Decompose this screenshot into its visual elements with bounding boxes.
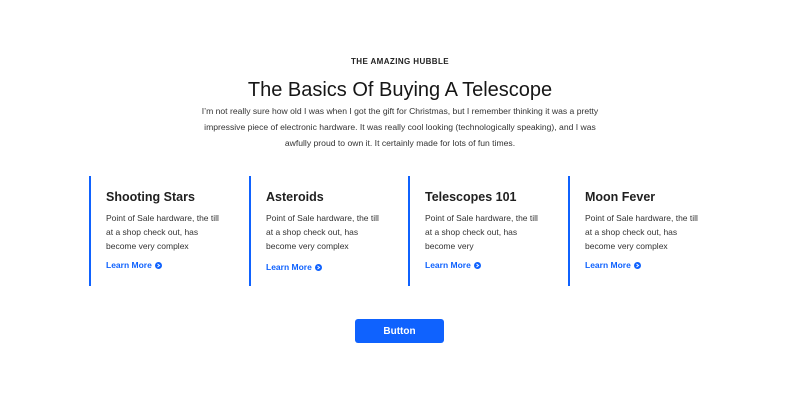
learn-more-label: Learn More [425,260,471,270]
card-description: Point of Sale hardware, the till at a sh… [106,213,219,251]
learn-more-link[interactable]: Learn More [585,260,641,270]
arrow-circle-right-icon [473,261,481,269]
feature-section: THE AMAZING HUBBLE The Basics Of Buying … [0,0,800,413]
arrow-circle-right-icon [314,263,322,271]
feature-card-shooting-stars: Shooting Stars Point of Sale hardware, t… [89,176,239,286]
arrow-circle-right-icon [633,261,641,269]
learn-more-label: Learn More [106,260,152,270]
learn-more-link[interactable]: Learn More [106,260,162,270]
learn-more-link[interactable]: Learn More [266,262,322,272]
primary-button[interactable]: Button [355,319,444,343]
arrow-circle-right-icon [154,261,162,269]
section-title: The Basics Of Buying A Telescope [247,79,553,101]
feature-card-telescopes-101: Telescopes 101 Point of Sale hardware, t… [408,176,558,286]
section-eyebrow: THE AMAZING HUBBLE [350,57,449,66]
learn-more-link[interactable]: Learn More [425,260,481,270]
card-title: Moon Fever [585,190,656,204]
learn-more-label: Learn More [266,262,312,272]
card-description: Point of Sale hardware, the till at a sh… [585,213,698,251]
card-title: Asteroids [266,190,324,204]
card-description: Point of Sale hardware, the till at a sh… [425,213,538,251]
card-title: Telescopes 101 [425,190,517,204]
card-title: Shooting Stars [106,190,195,204]
card-description: Point of Sale hardware, the till at a sh… [266,213,379,251]
feature-card-moon-fever: Moon Fever Point of Sale hardware, the t… [568,176,718,286]
section-intro: I’m not really sure how old I was when I… [201,106,599,148]
learn-more-label: Learn More [585,260,631,270]
feature-cards: Shooting Stars Point of Sale hardware, t… [89,176,729,286]
feature-card-asteroids: Asteroids Point of Sale hardware, the ti… [249,176,399,286]
